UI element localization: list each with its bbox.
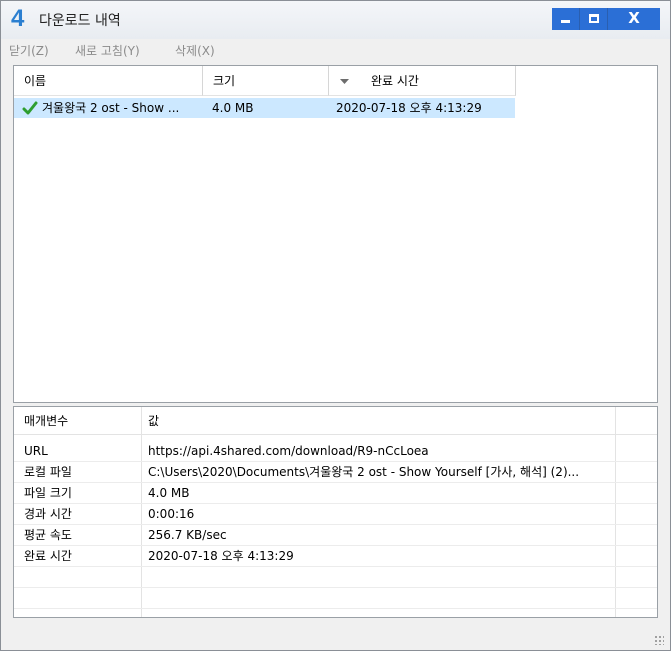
property-row[interactable]: 평균 속도 256.7 KB/sec: [14, 525, 657, 546]
property-row[interactable]: URL https://api.4shared.com/download/R9-…: [14, 441, 657, 462]
menu-bar: 닫기(Z) 새로 고침(Y) 삭제(X): [1, 39, 670, 61]
property-value: 2020-07-18 오후 4:13:29: [148, 549, 294, 563]
menu-refresh[interactable]: 새로 고침(Y): [75, 42, 140, 59]
property-value: C:\Users\2020\Documents\겨울왕국 2 ost - Sho…: [148, 465, 580, 479]
download-history-window: 4 다운로드 내역 X 닫기(Z) 새로 고침(Y) 삭제(X) 이름 크기 완…: [0, 0, 671, 651]
property-value: 0:00:16: [148, 507, 195, 521]
column-header-completed[interactable]: 완료 시간: [329, 66, 516, 96]
property-key: 로컬 파일: [24, 465, 72, 479]
check-icon: [22, 101, 38, 115]
resize-grip-icon[interactable]: [654, 635, 664, 645]
header-value: 값: [148, 414, 160, 428]
property-key: 완료 시간: [24, 549, 72, 563]
property-key: 경과 시간: [24, 507, 72, 521]
property-key: URL: [24, 444, 48, 458]
menu-close[interactable]: 닫기(Z): [9, 42, 49, 59]
status-bar: [1, 629, 670, 649]
minimize-icon: [561, 20, 570, 23]
window-controls: X: [552, 8, 660, 30]
property-row[interactable]: 로컬 파일 C:\Users\2020\Documents\겨울왕국 2 ost…: [14, 462, 657, 483]
properties-panel[interactable]: 매개변수 값 URL https://api.4shared.com/downl…: [13, 406, 658, 618]
column-header-name[interactable]: 이름: [14, 66, 203, 96]
list-item[interactable]: 겨울왕국 2 ost - Show ... 4.0 MB 2020-07-18 …: [14, 98, 515, 118]
header-parameter: 매개변수: [24, 414, 69, 428]
maximize-icon: [588, 14, 599, 23]
property-value: https://api.4shared.com/download/R9-nCcL…: [148, 444, 429, 458]
sort-desc-icon: [340, 79, 349, 84]
minimize-button[interactable]: [552, 8, 580, 30]
download-list[interactable]: 이름 크기 완료 시간 겨울왕국 2 ost - Show ... 4.0 MB…: [13, 65, 658, 403]
property-key: 파일 크기: [24, 486, 72, 500]
maximize-button[interactable]: [580, 8, 608, 30]
property-row[interactable]: 파일 크기 4.0 MB: [14, 483, 657, 504]
list-item-name: 겨울왕국 2 ost - Show ...: [42, 101, 180, 115]
column-header-completed-label: 완료 시간: [371, 74, 419, 88]
close-button[interactable]: X: [608, 8, 660, 30]
title-bar[interactable]: 4 다운로드 내역 X: [1, 1, 670, 39]
list-item-size: 4.0 MB: [212, 101, 254, 115]
close-icon: X: [628, 9, 640, 27]
property-key: 평균 속도: [24, 528, 72, 542]
property-row[interactable]: 완료 시간 2020-07-18 오후 4:13:29: [14, 546, 657, 567]
empty-row: [14, 567, 657, 588]
property-row[interactable]: 경과 시간 0:00:16: [14, 504, 657, 525]
properties-header: 매개변수 값: [14, 411, 657, 435]
list-item-completed: 2020-07-18 오후 4:13:29: [336, 101, 482, 115]
property-value: 256.7 KB/sec: [148, 528, 227, 542]
property-value: 4.0 MB: [148, 486, 190, 500]
column-header-size[interactable]: 크기: [203, 66, 329, 96]
app-logo: 4: [11, 5, 25, 32]
menu-delete[interactable]: 삭제(X): [175, 42, 215, 59]
empty-row: [14, 588, 657, 609]
window-title: 다운로드 내역: [39, 13, 121, 29]
